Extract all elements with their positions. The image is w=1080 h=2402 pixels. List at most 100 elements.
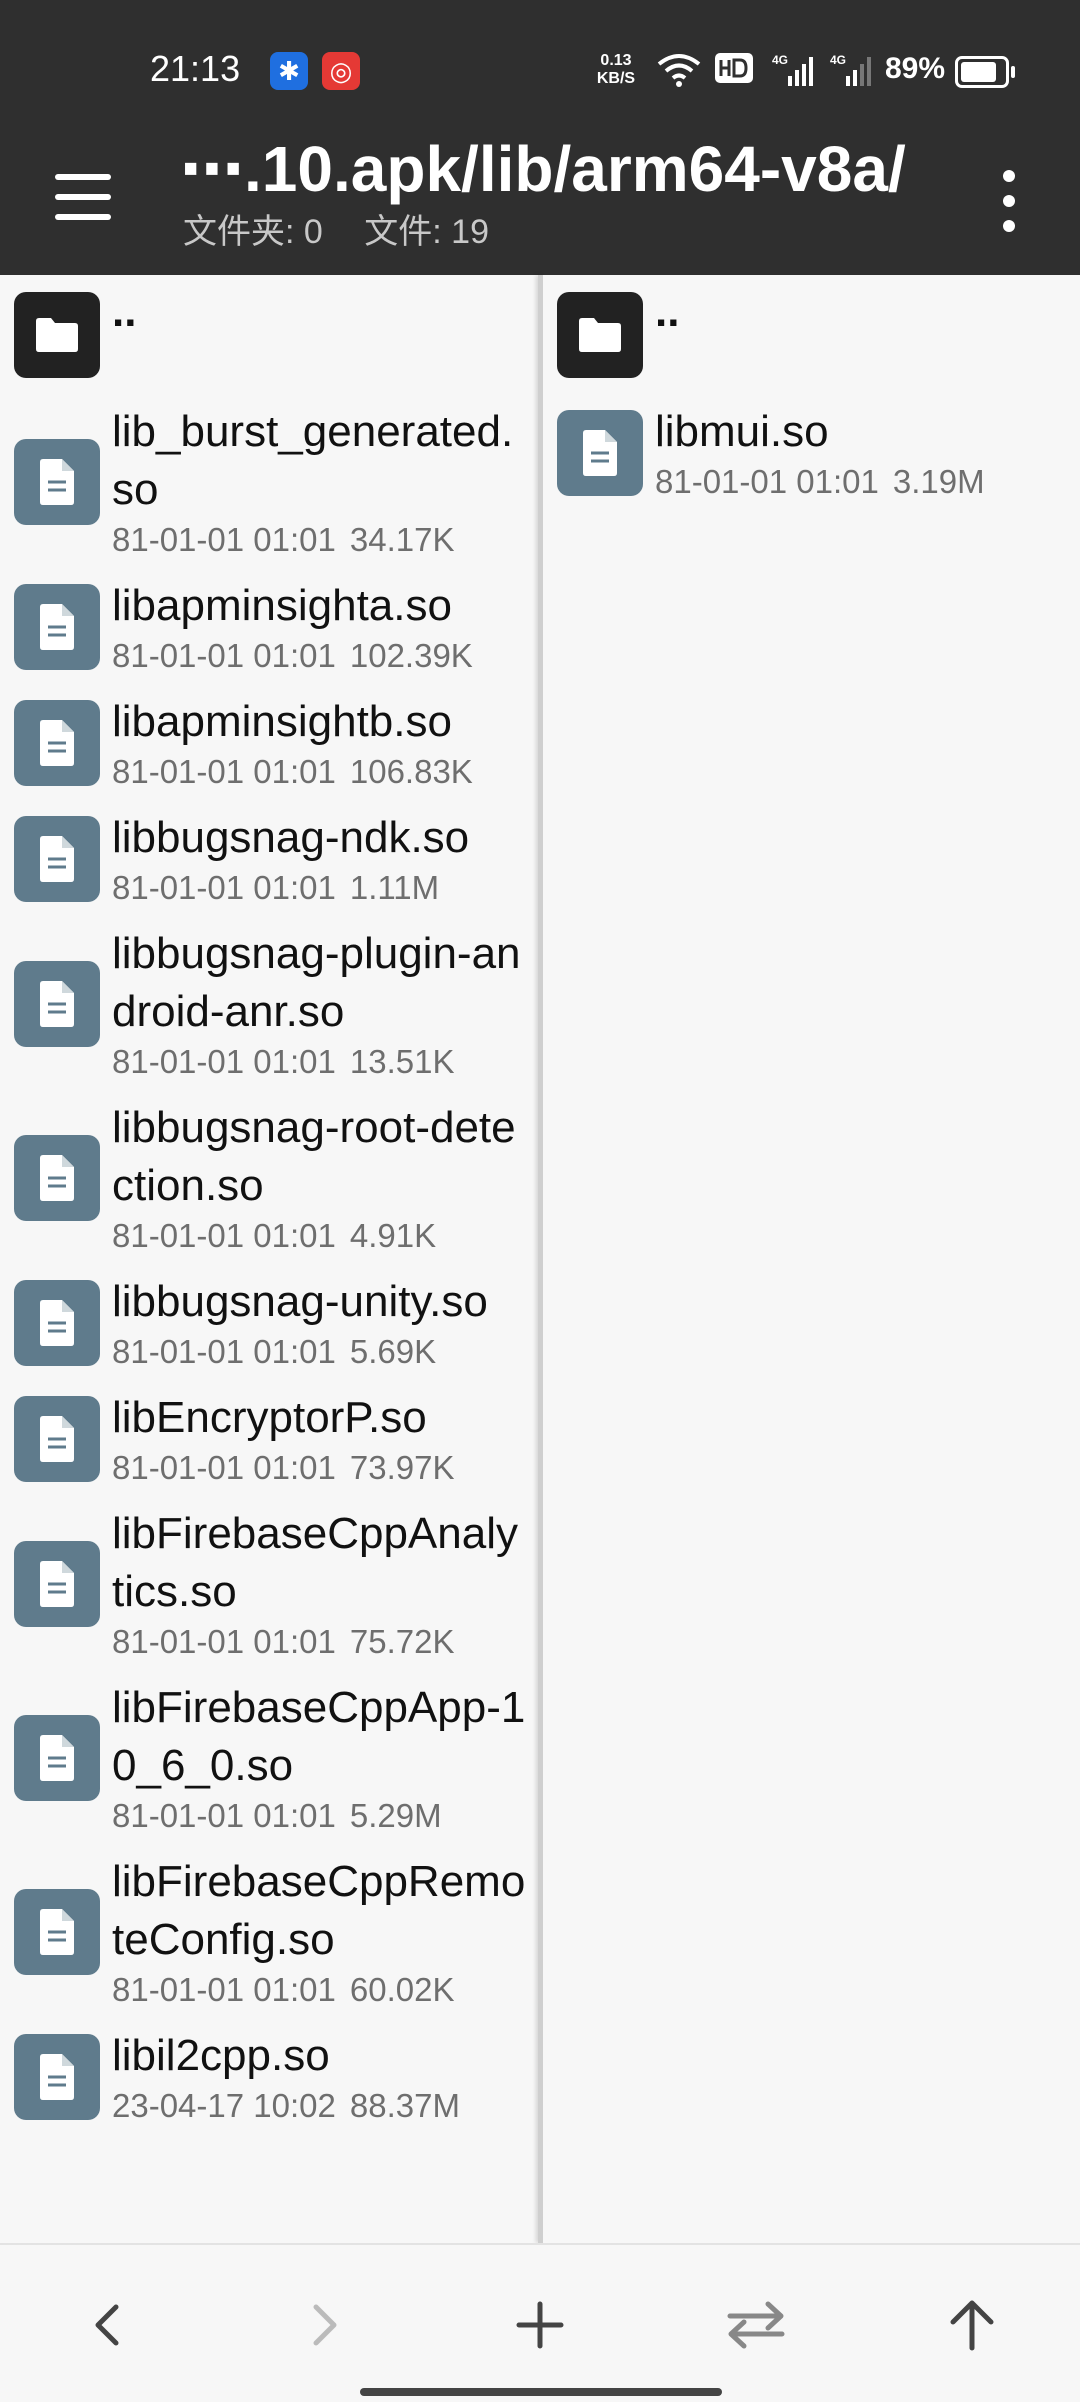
right-file-pane[interactable]: .. libmui.so 81-01-01 01:01 3.19M: [543, 275, 1080, 2243]
file-row[interactable]: libbugsnag-ndk.so 81-01-01 01:01 1.11M: [0, 801, 538, 917]
file-text: libbugsnag-root-detection.so 81-01-01 01:…: [112, 1091, 528, 1265]
file-name: libEncryptorP.so: [112, 1393, 427, 1442]
parent-directory-label: ..: [655, 287, 680, 336]
file-date: 81-01-01 01:01: [112, 753, 336, 790]
file-date: 81-01-01 01:01: [112, 1797, 336, 1834]
battery-icon: [955, 56, 1015, 88]
file-name: libapminsighta.so: [112, 581, 452, 630]
file-row[interactable]: libapminsightb.so 81-01-01 01:01 106.83K: [0, 685, 538, 801]
file-icon: [14, 584, 100, 670]
file-row[interactable]: libmui.so 81-01-01 01:01 3.19M: [543, 395, 1080, 511]
signal-4g-icon-2: 4G: [830, 53, 871, 86]
file-meta: 81-01-01 01:01 73.97K: [112, 1447, 454, 1489]
file-size: 3.19M: [892, 463, 985, 500]
file-date: 81-01-01 01:01: [112, 1623, 336, 1660]
file-meta: 81-01-01 01:01 13.51K: [112, 1041, 528, 1083]
file-text: libFirebaseCppRemoteConfig.so 81-01-01 01…: [112, 1845, 528, 2019]
file-row[interactable]: libbugsnag-plugin-android-anr.so 81-01-01…: [0, 917, 538, 1091]
file-date: 81-01-01 01:01: [112, 1217, 336, 1254]
file-size: 106.83K: [349, 753, 473, 790]
file-row[interactable]: libil2cpp.so 23-04-17 10:02 88.37M: [0, 2019, 538, 2135]
file-icon: [14, 1541, 100, 1627]
file-date: 81-01-01 01:01: [112, 869, 336, 906]
file-text: libFirebaseCppAnalytics.so 81-01-01 01:01…: [112, 1497, 528, 1671]
back-icon[interactable]: [68, 2285, 148, 2365]
file-size: 75.72K: [349, 1623, 455, 1660]
home-indicator[interactable]: [360, 2388, 722, 2396]
app-bar: ⋯.10.apk/lib/arm64-v8a/ 文件夹: 0 文件: 19: [0, 133, 1080, 275]
file-icon: [14, 1715, 100, 1801]
file-meta: 81-01-01 01:01 5.69K: [112, 1331, 488, 1373]
file-icon: [14, 1396, 100, 1482]
file-icon: [14, 700, 100, 786]
file-row[interactable]: libapminsighta.so 81-01-01 01:01 102.39K: [0, 569, 538, 685]
file-date: 81-01-01 01:01: [112, 1043, 336, 1080]
file-date: 81-01-01 01:01: [655, 463, 879, 500]
file-row[interactable]: libFirebaseCppApp-10_6_0.so 81-01-01 01:0…: [0, 1671, 538, 1845]
folder-file-counts: 文件夹: 0 文件: 19: [183, 204, 521, 253]
file-size: 5.29M: [349, 1797, 442, 1834]
file-text: libbugsnag-plugin-android-anr.so 81-01-01…: [112, 917, 528, 1091]
file-name: libFirebaseCppApp-10_6_0.so: [112, 1683, 526, 1790]
file-icon: [14, 961, 100, 1047]
file-count: 文件: 19: [364, 213, 489, 251]
file-row[interactable]: libEncryptorP.so 81-01-01 01:01 73.97K: [0, 1381, 538, 1497]
file-size: 34.17K: [349, 521, 455, 558]
file-name: libmui.so: [655, 407, 829, 456]
file-text: lib_burst_generated.so 81-01-01 01:01 34.1…: [112, 395, 528, 569]
hd-icon: [715, 53, 753, 83]
folder-count: 文件夹: 0: [183, 213, 323, 251]
folder-icon: [557, 292, 643, 378]
file-name: libbugsnag-unity.so: [112, 1277, 488, 1326]
file-name: libFirebaseCppRemoteConfig.so: [112, 1857, 526, 1964]
more-options-icon[interactable]: [990, 166, 1030, 236]
folder-icon: [14, 292, 100, 378]
parent-directory-row[interactable]: ..: [543, 275, 1080, 395]
file-meta: 81-01-01 01:01 1.11M: [112, 867, 469, 909]
file-meta: 81-01-01 01:01 4.91K: [112, 1215, 528, 1257]
svg-text:4G: 4G: [772, 53, 788, 67]
file-size: 4.91K: [349, 1217, 437, 1254]
file-size: 73.97K: [349, 1449, 455, 1486]
file-meta: 81-01-01 01:01 75.72K: [112, 1621, 528, 1663]
file-text: libbugsnag-unity.so 81-01-01 01:01 5.69K: [112, 1265, 488, 1381]
right-file-list: libmui.so 81-01-01 01:01 3.19M: [543, 395, 1080, 511]
parent-directory-row[interactable]: ..: [0, 275, 538, 395]
go-up-icon[interactable]: [932, 2285, 1012, 2365]
file-name: libbugsnag-plugin-android-anr.so: [112, 929, 521, 1036]
bottom-toolbar: [0, 2243, 1080, 2402]
file-text: libbugsnag-ndk.so 81-01-01 01:01 1.11M: [112, 801, 469, 917]
file-date: 81-01-01 01:01: [112, 637, 336, 674]
net-speed: 0.13 KB/S: [592, 52, 640, 88]
current-path-title[interactable]: ⋯.10.apk/lib/arm64-v8a/: [180, 132, 906, 207]
status-bar: 21:13 ✱ ◎ 0.13 KB/S 4G 4G 89%: [0, 0, 1080, 140]
netease-music-icon: ◎: [322, 52, 360, 90]
file-row[interactable]: libFirebaseCppRemoteConfig.so 81-01-01 01…: [0, 1845, 538, 2019]
file-meta: 81-01-01 01:01 34.17K: [112, 519, 528, 561]
file-date: 81-01-01 01:01: [112, 1971, 336, 2008]
menu-icon[interactable]: [50, 162, 120, 232]
left-file-pane[interactable]: .. lib_burst_generated.so 81-01-01 01:01 3…: [0, 275, 538, 2243]
file-text: libapminsightb.so 81-01-01 01:01 106.83K: [112, 685, 473, 801]
file-name: libapminsightb.so: [112, 697, 452, 746]
add-icon[interactable]: [500, 2285, 580, 2365]
file-text: libFirebaseCppApp-10_6_0.so 81-01-01 01:0…: [112, 1671, 528, 1845]
file-size: 102.39K: [349, 637, 473, 674]
file-meta: 81-01-01 01:01 60.02K: [112, 1969, 528, 2011]
left-file-list: lib_burst_generated.so 81-01-01 01:01 34.1…: [0, 395, 538, 2135]
file-name: libFirebaseCppAnalytics.so: [112, 1509, 518, 1616]
file-row[interactable]: libbugsnag-root-detection.so 81-01-01 01:…: [0, 1091, 538, 1265]
file-row[interactable]: lib_burst_generated.so 81-01-01 01:01 34.1…: [0, 395, 538, 569]
file-name: lib_burst_generated.so: [112, 407, 514, 514]
file-date: 81-01-01 01:01: [112, 1333, 336, 1370]
swap-panes-icon[interactable]: [716, 2285, 796, 2365]
file-row[interactable]: libbugsnag-unity.so 81-01-01 01:01 5.69K: [0, 1265, 538, 1381]
file-row[interactable]: libFirebaseCppAnalytics.so 81-01-01 01:01…: [0, 1497, 538, 1671]
file-name: libil2cpp.so: [112, 2031, 330, 2080]
file-meta: 23-04-17 10:02 88.37M: [112, 2085, 460, 2127]
file-size: 5.69K: [349, 1333, 437, 1370]
file-size: 60.02K: [349, 1971, 455, 2008]
file-size: 88.37M: [349, 2087, 460, 2124]
file-icon: [14, 1135, 100, 1221]
forward-icon[interactable]: [284, 2285, 364, 2365]
